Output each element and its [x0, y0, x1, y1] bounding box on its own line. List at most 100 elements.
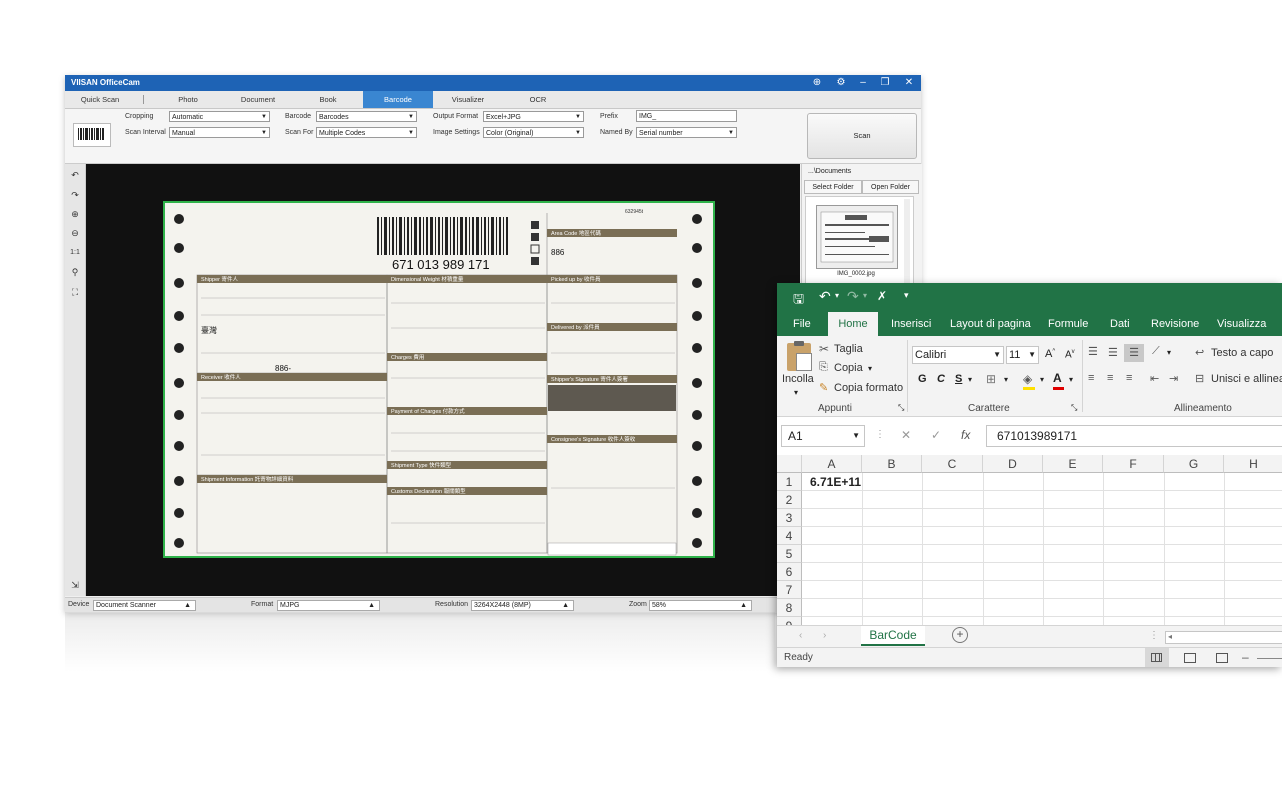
horizontal-scrollbar[interactable]: ◂: [1165, 631, 1282, 644]
redo-dropdown-icon[interactable]: ▾: [863, 291, 867, 300]
cancel-icon[interactable]: ✕: [901, 428, 911, 442]
zoom-out-button[interactable]: –: [1242, 650, 1249, 664]
tab-document[interactable]: Document: [223, 91, 293, 108]
font-launcher-icon[interactable]: ⤡: [1071, 403, 1077, 413]
orientation-dropdown-icon[interactable]: ▾: [1167, 348, 1171, 357]
merge-label[interactable]: Unisci e allinea a: [1211, 373, 1282, 385]
underline-button[interactable]: S: [955, 373, 962, 385]
increase-indent-icon[interactable]: ⇥: [1169, 372, 1178, 385]
prefix-input[interactable]: IMG_: [636, 110, 737, 122]
tab-view[interactable]: Visualizza: [1217, 312, 1266, 336]
scan-button[interactable]: Scan: [807, 113, 917, 159]
font-size-select[interactable]: 11 ▼: [1006, 346, 1039, 364]
tab-barcode[interactable]: Barcode: [363, 91, 433, 108]
paste-label[interactable]: Incolla: [782, 373, 814, 385]
align-right-icon[interactable]: ≡: [1126, 372, 1132, 384]
rotate-right-icon[interactable]: ↷: [68, 188, 82, 202]
row-header[interactable]: 3: [777, 509, 802, 527]
tab-visualizer[interactable]: Visualizer: [433, 91, 503, 108]
select-folder-button[interactable]: Select Folder: [804, 180, 862, 194]
wrap-text-icon[interactable]: ↩: [1195, 346, 1204, 359]
copy-dropdown-icon[interactable]: ▾: [868, 364, 872, 373]
tab-quick-scan[interactable]: Quick Scan: [65, 91, 135, 108]
enter-icon[interactable]: ✓: [931, 428, 941, 442]
merge-icon[interactable]: ⊟: [1195, 372, 1204, 385]
export-icon[interactable]: ⇲: [68, 578, 82, 592]
clear-format-icon[interactable]: ✗: [877, 289, 887, 303]
open-folder-button[interactable]: Open Folder: [862, 180, 919, 194]
copy-icon[interactable]: ⎘: [819, 361, 828, 374]
zoom-slider[interactable]: [1257, 658, 1282, 659]
gear-icon[interactable]: ⚙: [833, 76, 849, 90]
tab-formulas[interactable]: Formule: [1048, 312, 1088, 336]
tab-ocr[interactable]: OCR: [503, 91, 573, 108]
column-header[interactable]: G: [1164, 455, 1224, 473]
bold-button[interactable]: G: [918, 373, 927, 385]
fit-screen-icon[interactable]: ⛶: [68, 285, 82, 299]
italic-button[interactable]: C: [937, 373, 945, 385]
align-left-icon[interactable]: ≡: [1088, 372, 1094, 384]
tab-photo[interactable]: Photo: [153, 91, 223, 108]
tab-data[interactable]: Dati: [1110, 312, 1130, 336]
align-bottom-icon[interactable]: ☰: [1124, 344, 1144, 362]
column-header[interactable]: A: [802, 455, 862, 473]
resolution-select[interactable]: 3264X2448 (8MP) ▲: [471, 600, 574, 611]
undo-dropdown-icon[interactable]: ▾: [835, 291, 839, 300]
barcode-select[interactable]: Barcodes ▼: [316, 111, 417, 122]
formula-input[interactable]: 671013989171: [986, 425, 1282, 447]
actual-size-icon[interactable]: 1:1: [68, 246, 82, 260]
grow-font-icon[interactable]: A^: [1045, 348, 1055, 360]
tab-book[interactable]: Book: [293, 91, 363, 108]
row-header[interactable]: 9: [777, 617, 802, 625]
scan-interval-select[interactable]: Manual ▼: [169, 127, 270, 138]
wrap-text-label[interactable]: Testo a capo: [1211, 347, 1273, 359]
name-box[interactable]: A1 ▼: [781, 425, 865, 447]
cell-a1[interactable]: 6.71E+11: [802, 473, 862, 491]
minimize-icon[interactable]: –: [855, 76, 871, 90]
restore-icon[interactable]: ❐: [877, 76, 893, 90]
clipboard-launcher-icon[interactable]: ⤡: [898, 403, 904, 413]
tab-file[interactable]: File: [793, 312, 811, 336]
customize-toolbar-icon[interactable]: ▾: [904, 290, 909, 301]
close-icon[interactable]: ✕: [901, 76, 917, 90]
format-select[interactable]: MJPG ▲: [277, 600, 380, 611]
zoom-out-icon[interactable]: ⊖: [68, 226, 82, 240]
focus-icon[interactable]: ⚲: [68, 265, 82, 279]
cropping-select[interactable]: Automatic ▼: [169, 111, 270, 122]
row-header[interactable]: 6: [777, 563, 802, 581]
select-all-corner[interactable]: [777, 455, 802, 473]
insert-function-icon[interactable]: fx: [961, 428, 970, 442]
shrink-font-icon[interactable]: Av: [1065, 349, 1075, 360]
redo-icon[interactable]: ↷: [847, 288, 859, 305]
zoom-in-icon[interactable]: ⊕: [68, 207, 82, 221]
font-color-dropdown-icon[interactable]: ▾: [1069, 375, 1073, 384]
row-header[interactable]: 8: [777, 599, 802, 617]
named-by-select[interactable]: Serial number ▼: [636, 127, 737, 138]
format-painter-label[interactable]: Copia formato: [834, 382, 903, 394]
image-settings-select[interactable]: Color (Original) ▼: [483, 127, 584, 138]
page-layout-view-icon[interactable]: [1184, 653, 1196, 663]
cut-label[interactable]: Taglia: [834, 343, 863, 355]
tab-review[interactable]: Revisione: [1151, 312, 1199, 336]
row-header[interactable]: 1: [777, 473, 802, 491]
thumbnail-scrollbar[interactable]: [904, 199, 910, 283]
page-break-view-icon[interactable]: [1216, 653, 1228, 663]
save-icon[interactable]: 🖫: [793, 290, 804, 312]
fill-dropdown-icon[interactable]: ▾: [1040, 375, 1044, 384]
align-top-icon[interactable]: ☰: [1088, 345, 1098, 358]
borders-dropdown-icon[interactable]: ▾: [1004, 375, 1008, 384]
fill-color-icon[interactable]: ◈: [1023, 372, 1035, 390]
orientation-icon[interactable]: ⟋: [1152, 345, 1160, 358]
zoom-select[interactable]: 58% ▲: [649, 600, 752, 611]
underline-dropdown-icon[interactable]: ▾: [968, 375, 972, 384]
cut-icon[interactable]: ✂: [819, 342, 829, 356]
font-color-icon[interactable]: A: [1053, 371, 1064, 390]
tab-home[interactable]: Home: [828, 312, 878, 336]
column-header[interactable]: C: [922, 455, 983, 473]
sheet-tab-barcode[interactable]: BarCode: [861, 626, 925, 646]
undo-icon[interactable]: ↶: [819, 288, 831, 305]
format-painter-icon[interactable]: ✎: [819, 381, 828, 394]
tab-page-layout[interactable]: Layout di pagina: [950, 312, 1031, 336]
row-header[interactable]: 5: [777, 545, 802, 563]
next-sheet-icon[interactable]: ›: [823, 630, 826, 641]
